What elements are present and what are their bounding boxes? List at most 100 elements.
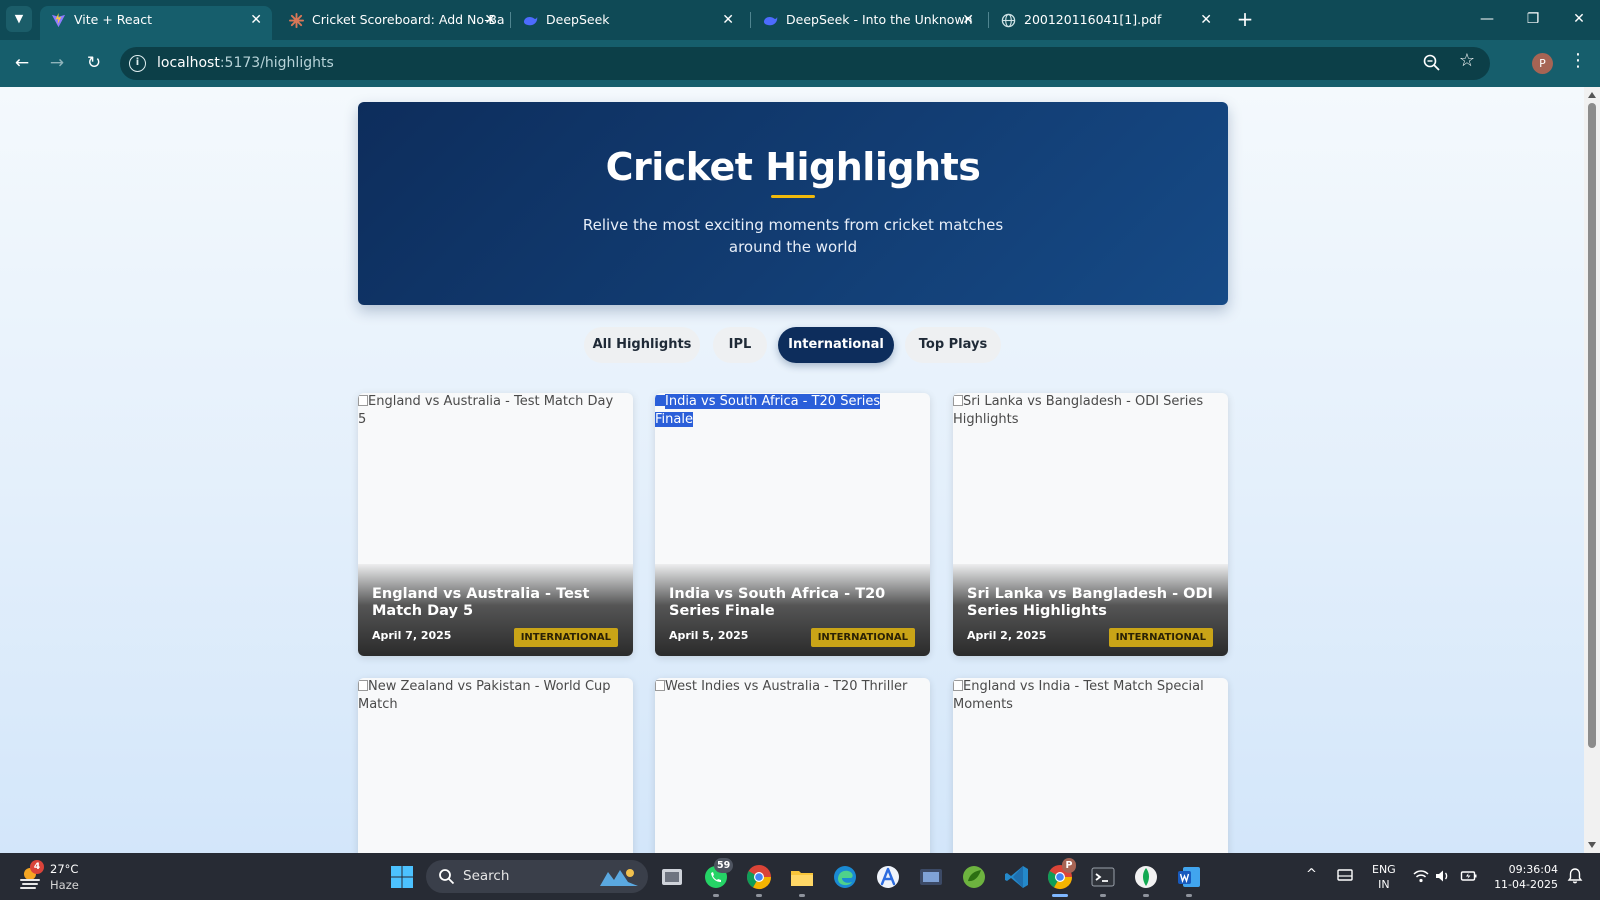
highlight-card[interactable]: Sri Lanka vs Bangladesh - ODI Series Hig… — [953, 393, 1228, 656]
deepseek-whale-icon — [763, 16, 778, 26]
tab-title: DeepSeek — [546, 12, 610, 27]
edge-browser-icon[interactable] — [831, 863, 859, 891]
globe-icon — [1001, 13, 1016, 28]
tab-deepseek-into-the-unknown[interactable]: DeepSeek - Into the Unknown ✕ — [752, 6, 984, 40]
weather-notification-badge: 4 — [30, 860, 44, 874]
volume-icon[interactable] — [1434, 867, 1452, 885]
microsoft-word-icon[interactable] — [1175, 863, 1203, 891]
taskbar-search-box[interactable]: Search — [426, 860, 648, 893]
card-date: April 5, 2025 — [669, 629, 749, 642]
app-running-indicator — [799, 894, 805, 897]
site-info-icon[interactable]: i — [129, 55, 146, 72]
weather-temperature[interactable]: 27°C — [50, 862, 78, 876]
category-badge: INTERNATIONAL — [810, 628, 915, 647]
app-running-indicator — [1100, 894, 1106, 897]
search-label: Search — [463, 868, 510, 884]
highlight-card[interactable]: England vs Australia - Test Match Day 5 … — [358, 393, 633, 656]
tab-separator — [988, 12, 989, 28]
browser-menu-icon[interactable]: ⋮ — [1568, 50, 1588, 71]
address-bar[interactable]: i localhost:5173/highlights ☆ — [120, 47, 1490, 80]
broken-image-alt-text: New Zealand vs Pakistan - World Cup Matc… — [358, 679, 611, 712]
tab-deepseek[interactable]: DeepSeek ✕ — [512, 6, 744, 40]
new-tab-button[interactable]: + — [1232, 6, 1258, 32]
broken-image-alt-text: Sri Lanka vs Bangladesh - ODI Series Hig… — [953, 394, 1204, 427]
page-scrollbar[interactable] — [1584, 87, 1600, 853]
file-explorer-icon[interactable] — [788, 863, 816, 891]
tab-search-menu-button[interactable]: ▼ — [6, 6, 32, 32]
card-date: April 2, 2025 — [967, 629, 1047, 642]
wifi-icon[interactable] — [1412, 867, 1430, 885]
search-highlight-illustration-icon — [600, 869, 638, 886]
notification-bell-icon[interactable] — [1566, 867, 1584, 885]
scroll-up-arrow-icon[interactable] — [1588, 92, 1596, 98]
bookmark-star-icon[interactable]: ☆ — [1459, 50, 1475, 71]
highlight-card[interactable]: England vs India - Test Match Special Mo… — [953, 678, 1228, 853]
category-badge: INTERNATIONAL — [513, 628, 618, 647]
tab-close-icon[interactable]: ✕ — [250, 6, 262, 34]
show-hidden-icons-chevron-icon[interactable]: ^ — [1306, 867, 1317, 882]
tab-title: Vite + React — [74, 12, 153, 27]
terminal-icon[interactable] — [1089, 863, 1117, 891]
virtual-machine-icon[interactable] — [917, 863, 945, 891]
highlight-card[interactable]: New Zealand vs Pakistan - World Cup Matc… — [358, 678, 633, 853]
whatsapp-unread-badge: 59 — [714, 858, 734, 873]
tab-separator — [510, 12, 511, 28]
chrome-icon[interactable] — [745, 863, 773, 891]
app-store-icon[interactable] — [874, 863, 902, 891]
filter-international[interactable]: International — [778, 327, 894, 363]
weather-description[interactable]: Haze — [50, 878, 79, 892]
highlight-card[interactable]: West Indies vs Australia - T20 Thriller — [655, 678, 930, 853]
tab-vite-react[interactable]: Vite + React ✕ — [40, 6, 272, 40]
filter-ipl[interactable]: IPL — [713, 327, 767, 363]
page-content: Cricket Highlights Relive the most excit… — [0, 87, 1584, 853]
scrollbar-thumb[interactable] — [1588, 103, 1596, 748]
app-active-indicator — [1052, 894, 1068, 897]
card-title: India vs South Africa - T20 Series Final… — [669, 586, 886, 619]
broken-image-alt-text: England vs Australia - Test Match Day 5 — [358, 394, 614, 427]
reload-button[interactable]: ↻ — [81, 50, 107, 76]
scroll-down-arrow-icon[interactable] — [1588, 842, 1596, 848]
browser-tab-strip: ▼ Vite + React ✕ Cricket Scoreboard: Add… — [0, 0, 1600, 40]
display-icon[interactable] — [1336, 867, 1354, 885]
mongodb-compass-icon[interactable] — [1132, 863, 1160, 891]
tab-pdf-document[interactable]: 200120116041[1].pdf ✕ — [990, 6, 1222, 40]
vscode-icon[interactable] — [1003, 863, 1031, 891]
back-button[interactable]: ← — [9, 50, 35, 76]
battery-charging-icon[interactable] — [1460, 867, 1478, 885]
windows-start-icon[interactable] — [390, 865, 414, 889]
page-title: Cricket Highlights — [605, 145, 981, 189]
profile-avatar[interactable]: P — [1532, 53, 1553, 74]
tab-cricket-scoreboard[interactable]: Cricket Scoreboard: Add No-Ba ✕ — [278, 6, 506, 40]
tab-close-icon[interactable]: ✕ — [722, 6, 734, 34]
browser-toolbar: ← → ↻ i localhost:5173/highlights ☆ P ⋮ — [0, 40, 1600, 87]
forward-button[interactable]: → — [44, 50, 70, 76]
tab-close-icon[interactable]: ✕ — [1200, 6, 1212, 34]
filter-top-plays[interactable]: Top Plays — [905, 327, 1001, 363]
restore-window-button[interactable]: ❐ — [1518, 6, 1548, 32]
deepseek-whale-icon — [523, 16, 538, 26]
broken-image-icon — [358, 395, 368, 406]
broken-image-icon — [953, 395, 963, 406]
close-window-button[interactable]: ✕ — [1564, 6, 1594, 32]
app-running-indicator — [1186, 894, 1192, 897]
highlight-card[interactable]: India vs South Africa - T20 Series Final… — [655, 393, 930, 656]
zoom-icon[interactable] — [1422, 53, 1442, 73]
tab-close-icon[interactable]: ✕ — [962, 6, 974, 34]
url-path: :5173/highlights — [219, 55, 334, 71]
input-language-indicator[interactable]: ENG IN — [1372, 862, 1396, 892]
tab-close-icon[interactable]: ✕ — [484, 6, 496, 34]
task-view-icon[interactable] — [658, 863, 686, 891]
spring-tools-icon[interactable] — [960, 863, 988, 891]
minimize-window-button[interactable]: — — [1472, 6, 1502, 32]
tab-title: Cricket Scoreboard: Add No-Ba — [312, 12, 505, 27]
card-date: April 7, 2025 — [372, 629, 452, 642]
broken-image-alt-text: West Indies vs Australia - T20 Thriller — [655, 678, 915, 696]
filter-all-highlights[interactable]: All Highlights — [584, 327, 700, 363]
address-url[interactable]: localhost:5173/highlights — [157, 47, 334, 80]
system-clock[interactable]: 09:36:04 11-04-2025 — [1488, 862, 1558, 892]
title-underline — [771, 195, 815, 198]
broken-image-icon — [953, 680, 963, 691]
app-running-indicator — [713, 894, 719, 897]
broken-image-icon — [655, 680, 665, 691]
page-subtitle: Relive the most exciting moments from cr… — [582, 216, 1004, 256]
